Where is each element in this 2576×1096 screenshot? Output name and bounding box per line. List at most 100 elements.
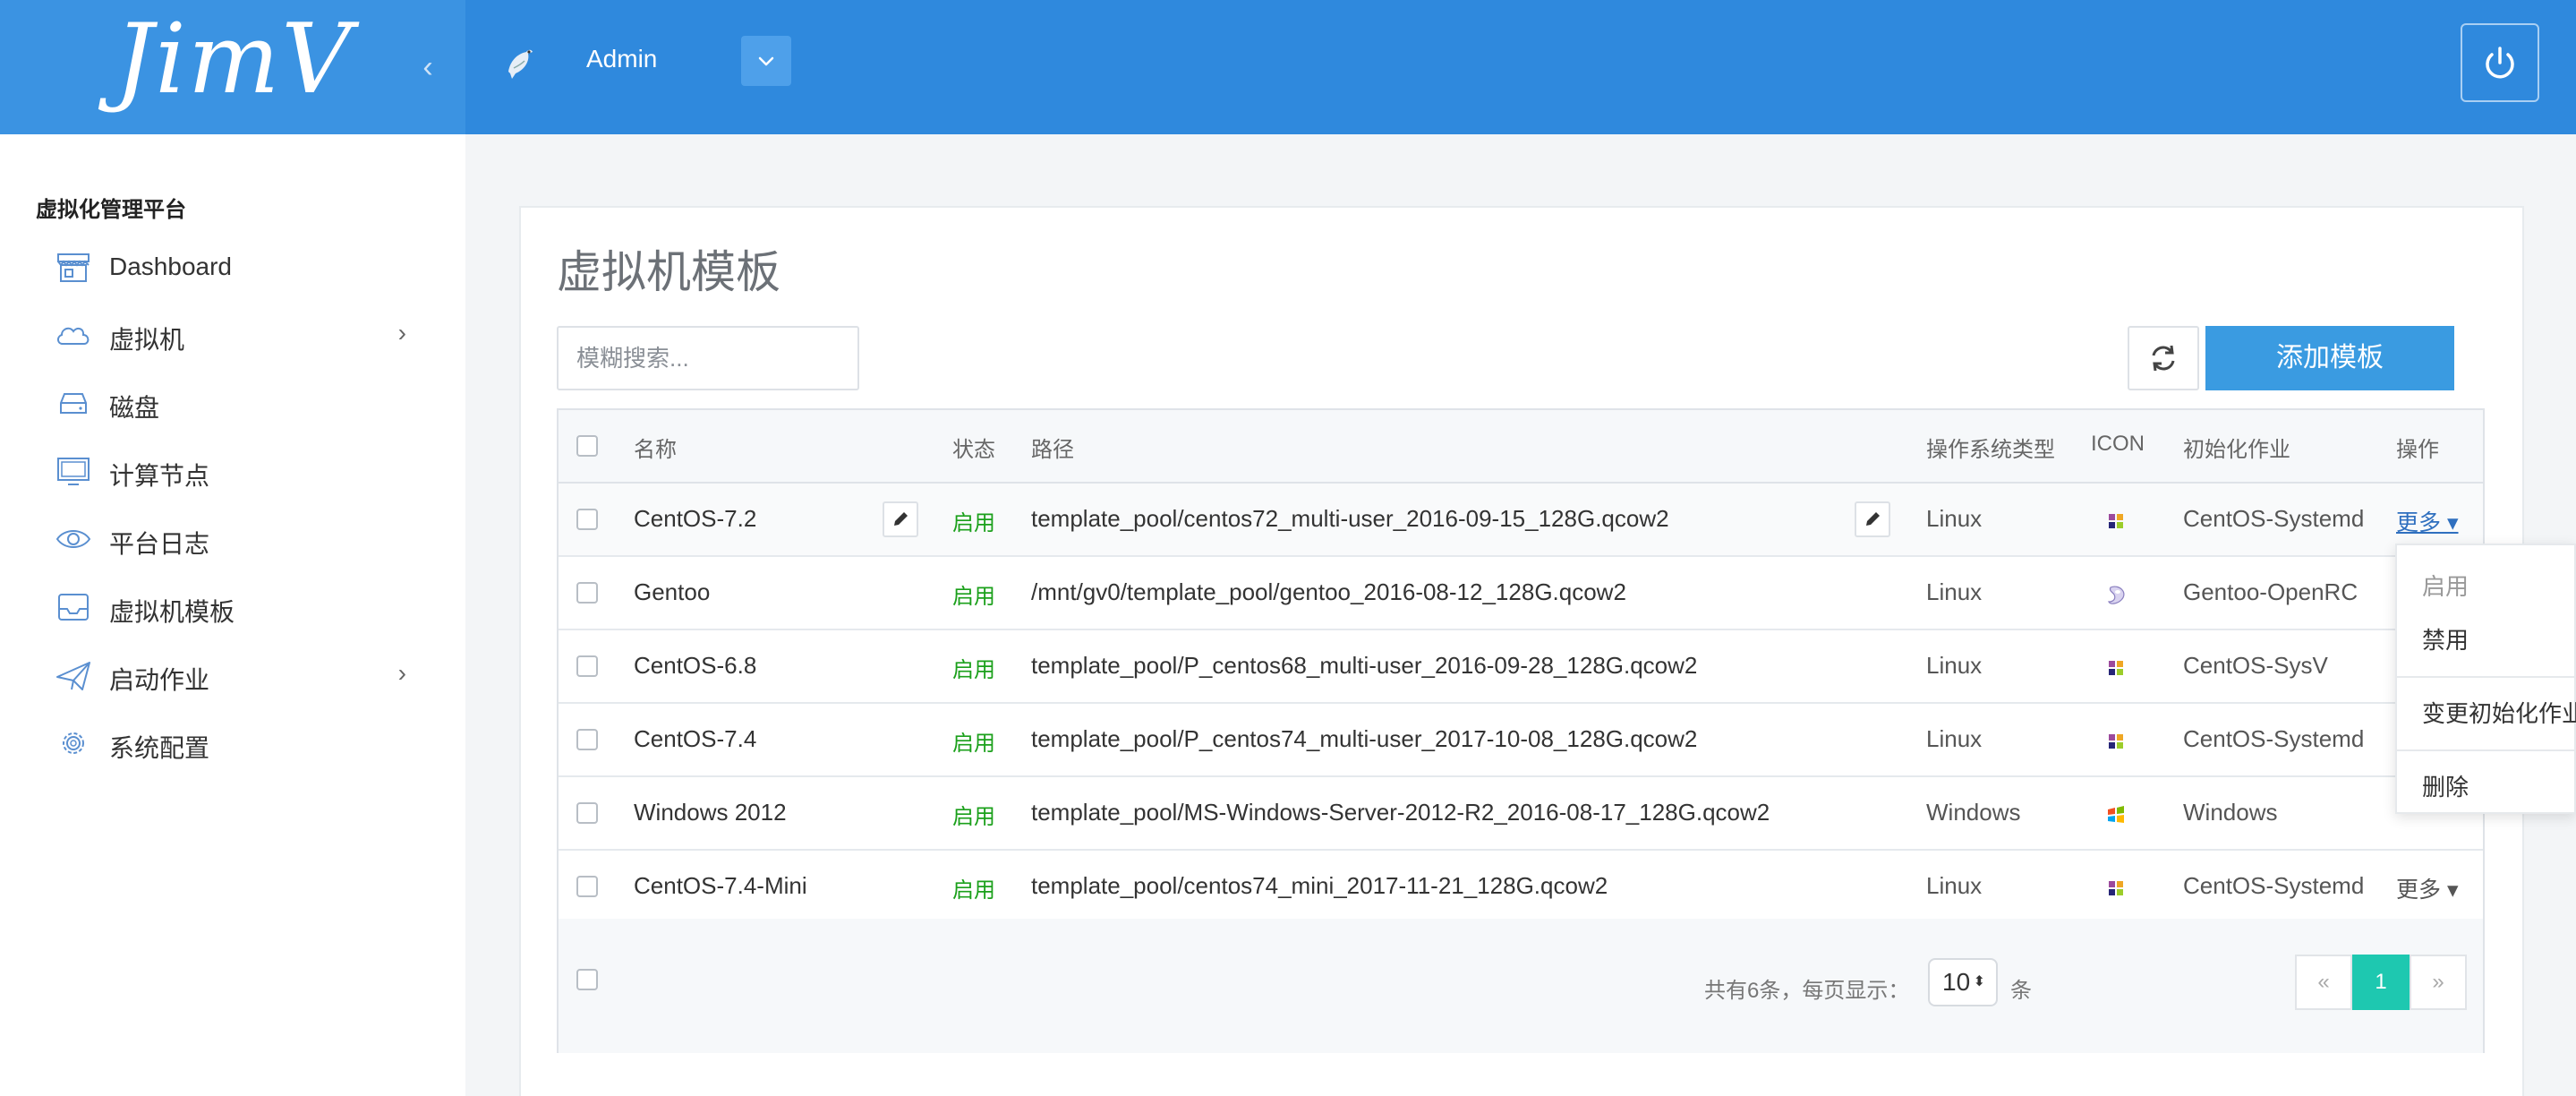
template-name: CentOS-7.2 (634, 505, 757, 532)
table-row[interactable]: CentOS-7.4-Mini 启用 template_pool/centos7… (559, 851, 2483, 924)
os-type: Windows (1926, 799, 2021, 826)
template-name: Gentoo (634, 578, 711, 605)
chevron-right-icon: › (397, 659, 406, 687)
sidebar-item-disk[interactable]: 磁盘 (54, 376, 421, 430)
top-header: JimV ‹ Admin (0, 0, 2576, 134)
status-badge: 启用 (952, 805, 995, 829)
logout-button[interactable] (2461, 23, 2539, 102)
template-path: template_pool/MS-Windows-Server-2012-R2_… (1031, 799, 1770, 826)
sidebar: 虚拟化管理平台 Dashboard 虚拟机 › 磁盘 计算节点 平台日志 虚拟机… (0, 134, 465, 1096)
row-checkbox[interactable] (576, 655, 598, 677)
sidebar-item-system-config[interactable]: 系统配置 (54, 716, 421, 770)
row-checkbox[interactable] (576, 802, 598, 824)
table-row[interactable]: Gentoo 启用 /mnt/gv0/template_pool/gentoo_… (559, 557, 2483, 630)
dropdown-divider (2397, 676, 2574, 678)
chevron-right-icon: › (397, 319, 406, 347)
dropdown-divider (2397, 749, 2574, 751)
windows-icon (2108, 806, 2124, 823)
init-job: CentOS-SysV (2183, 652, 2328, 679)
os-type: Linux (1926, 578, 1983, 605)
os-type: Linux (1926, 652, 1983, 679)
sidebar-item-label: 磁盘 (109, 394, 160, 422)
dropdown-header-enable: 启用 (2422, 573, 2469, 600)
sidebar-item-label: 虚拟机 (109, 326, 185, 354)
sidebar-item-boot-jobs[interactable]: 启动作业 › (54, 648, 421, 702)
column-header-name[interactable]: 名称 (634, 432, 677, 463)
table-row[interactable]: CentOS-6.8 启用 template_pool/P_centos68_m… (559, 630, 2483, 704)
delete-menu-item[interactable]: 删除 (2422, 769, 2469, 802)
next-page-button[interactable]: » (2410, 955, 2467, 1010)
row-checkbox[interactable] (576, 876, 598, 897)
footer-select-checkbox[interactable] (576, 969, 598, 990)
template-path: /mnt/gv0/template_pool/gentoo_2016-08-12… (1031, 578, 1626, 605)
logo-area: JimV ‹ (0, 0, 465, 134)
table-row[interactable]: Windows 2012 启用 template_pool/MS-Windows… (559, 777, 2483, 851)
init-job: Gentoo-OpenRC (2183, 578, 2358, 605)
change-init-job-menu-item[interactable]: 变更初始化作业 (2422, 696, 2576, 729)
os-type: Linux (1926, 725, 1983, 752)
edit-path-button[interactable] (1855, 501, 1890, 537)
row-checkbox[interactable] (576, 509, 598, 530)
add-template-button[interactable]: 添加模板 (2205, 326, 2454, 390)
centos-icon (2109, 514, 2123, 528)
templates-panel: 虚拟机模板 添加模板 名称 状态 路径 操作系统类型 ICON 初始化作业 操作 (519, 206, 2524, 1096)
os-type: Linux (1926, 505, 1983, 532)
templates-table: 名称 状态 路径 操作系统类型 ICON 初始化作业 操作 CentOS-7.2… (557, 408, 2485, 1053)
power-icon (2486, 47, 2514, 79)
total-count-label: 共有6条，每页显示： (1704, 979, 1910, 1003)
sidebar-item-label: 平台日志 (109, 530, 210, 558)
table-row[interactable]: CentOS-7.2 启用 template_pool/centos72_mul… (559, 484, 2483, 557)
table-row[interactable]: CentOS-7.4 启用 template_pool/P_centos74_m… (559, 704, 2483, 777)
select-all-checkbox[interactable] (576, 435, 598, 457)
eye-icon (55, 530, 91, 548)
row-checkbox[interactable] (576, 729, 598, 750)
user-name[interactable]: Admin (586, 45, 657, 73)
more-actions-button[interactable]: 更多 ▾ (2396, 872, 2459, 904)
status-badge: 启用 (952, 585, 995, 609)
refresh-button[interactable] (2128, 326, 2199, 390)
sidebar-item-label: 系统配置 (109, 734, 210, 762)
page-1-button[interactable]: 1 (2352, 955, 2410, 1010)
page-size-select[interactable]: 10 ⬍ (1928, 958, 1998, 1006)
sidebar-item-platform-log[interactable]: 平台日志 (54, 512, 421, 566)
row-checkbox[interactable] (576, 582, 598, 604)
cloud-icon (57, 327, 90, 345)
search-input[interactable] (557, 326, 859, 390)
user-dropdown-button[interactable] (741, 36, 791, 86)
actions-dropdown-menu: 启用 禁用 变更初始化作业 删除 (2395, 544, 2576, 814)
spinner-arrows-icon: ⬍ (1973, 974, 1985, 989)
store-icon (57, 253, 90, 282)
page-title: 虚拟机模板 (557, 247, 780, 297)
os-type: Linux (1926, 872, 1983, 899)
sidebar-item-label: 虚拟机模板 (109, 598, 235, 626)
init-job: CentOS-Systemd (2183, 872, 2365, 899)
template-name: CentOS-7.4 (634, 725, 757, 752)
more-actions-button[interactable]: 更多 ▾ (2396, 505, 2459, 537)
refresh-icon (2152, 345, 2175, 372)
column-header-init-job[interactable]: 初始化作业 (2183, 432, 2290, 463)
column-header-icon: ICON (2091, 432, 2145, 456)
disable-menu-item[interactable]: 禁用 (2422, 622, 2469, 655)
template-name: Windows 2012 (634, 799, 787, 826)
sidebar-item-vm[interactable]: 虚拟机 › (54, 308, 421, 362)
prev-page-button[interactable]: « (2295, 955, 2352, 1010)
status-badge: 启用 (952, 511, 995, 535)
template-path: template_pool/centos74_mini_2017-11-21_1… (1031, 872, 1608, 899)
collapse-sidebar-icon[interactable]: ‹ (412, 47, 444, 88)
main-content: 虚拟机模板 添加模板 名称 状态 路径 操作系统类型 ICON 初始化作业 操作 (465, 134, 2576, 1096)
sidebar-item-vm-templates[interactable]: 虚拟机模板 (54, 580, 421, 634)
column-header-os-type[interactable]: 操作系统类型 (1926, 432, 2055, 463)
template-name: CentOS-6.8 (634, 652, 757, 679)
sidebar-item-dashboard[interactable]: Dashboard (54, 240, 421, 294)
sidebar-item-label: 计算节点 (109, 462, 210, 490)
gear-icon (63, 732, 84, 754)
column-header-status[interactable]: 状态 (952, 432, 995, 463)
edit-name-button[interactable] (883, 501, 918, 537)
centos-icon (2109, 881, 2123, 895)
template-path: template_pool/P_centos74_multi-user_2017… (1031, 725, 1698, 752)
column-header-path[interactable]: 路径 (1031, 432, 1074, 463)
sidebar-item-compute-nodes[interactable]: 计算节点 (54, 444, 421, 498)
logo[interactable]: JimV (115, 4, 353, 116)
monitor-icon (57, 458, 90, 485)
sidebar-item-label: Dashboard (109, 253, 232, 280)
